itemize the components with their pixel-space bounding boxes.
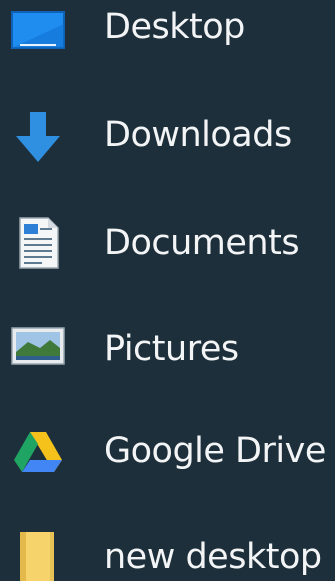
nav-item-label: Pictures (104, 329, 239, 369)
document-icon (10, 214, 66, 270)
pictures-icon (10, 318, 66, 374)
download-arrow-icon (10, 108, 66, 164)
nav-item-label: Google Drive (104, 431, 326, 471)
nav-item-documents[interactable]: Documents (0, 210, 335, 274)
nav-item-desktop[interactable]: Desktop (0, 0, 335, 64)
desktop-icon (10, 4, 66, 60)
nav-item-google-drive[interactable]: Google Drive (0, 420, 335, 484)
nav-item-downloads[interactable]: Downloads (0, 104, 335, 168)
google-drive-icon (10, 424, 66, 480)
nav-item-label: Downloads (104, 115, 292, 155)
nav-item-label: new desktop (104, 537, 322, 577)
nav-item-label: Documents (104, 223, 300, 263)
folder-icon (10, 528, 66, 581)
nav-item-label: Desktop (104, 7, 245, 47)
nav-item-new-desktop[interactable]: new desktop (0, 524, 335, 581)
nav-item-pictures[interactable]: Pictures (0, 314, 335, 378)
quick-access-list: Desktop Downloads Documents Pictures Goo… (0, 0, 335, 581)
